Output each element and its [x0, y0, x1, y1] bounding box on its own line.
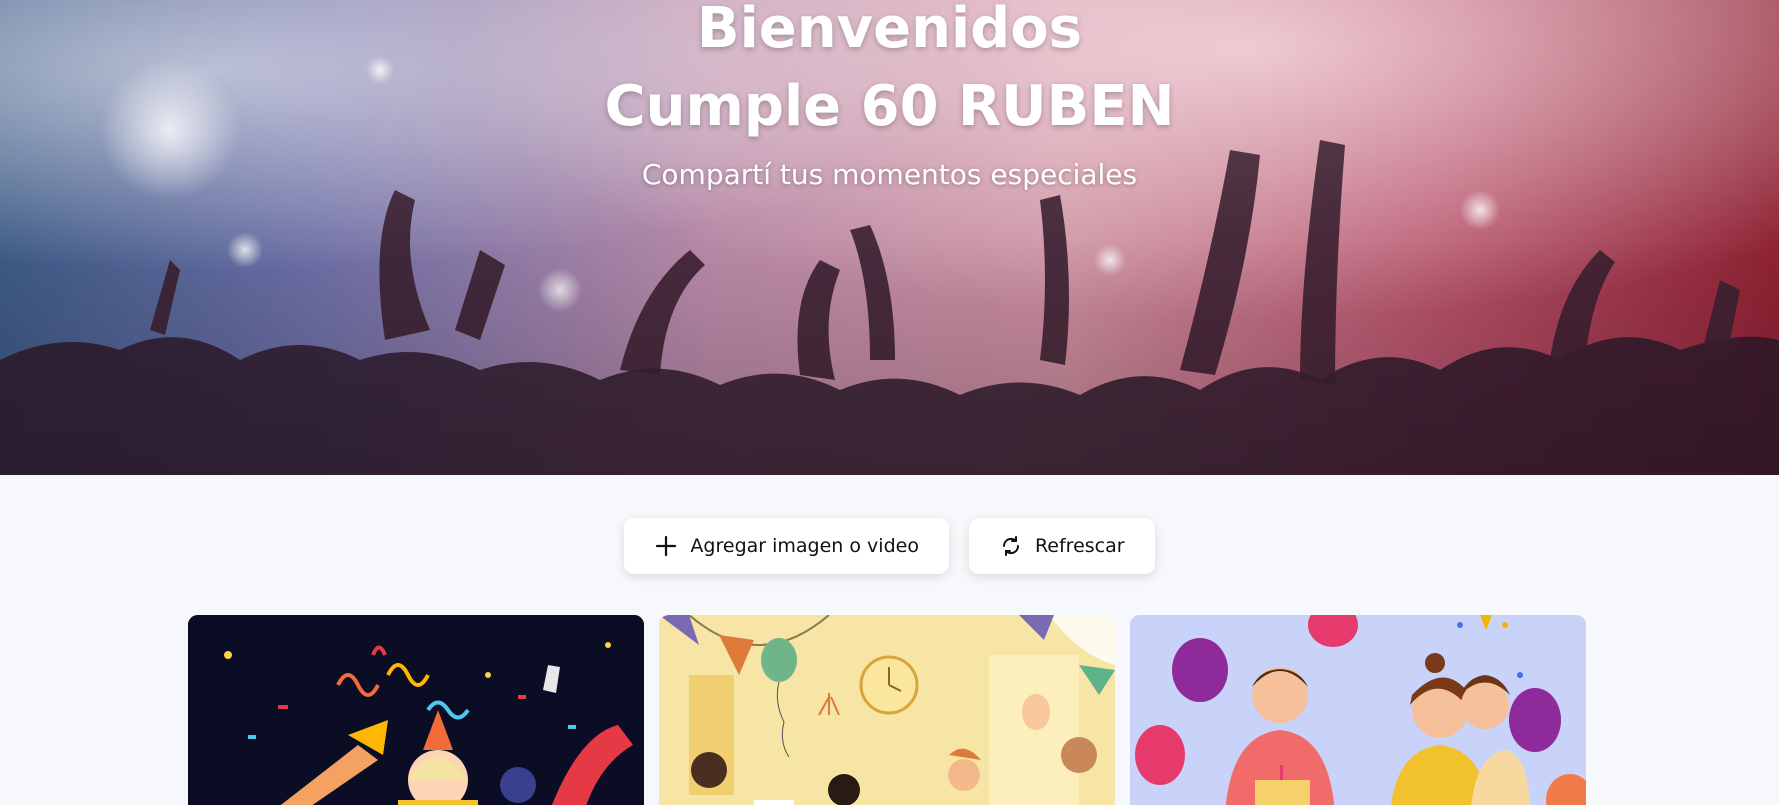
hero-banner: Bienvenidos Cumple 60 RUBEN Compartí tus… — [0, 0, 1779, 475]
refresh-icon — [999, 534, 1023, 558]
hero-subtitle: Compartí tus momentos especiales — [641, 158, 1138, 191]
action-bar: Agregar imagen o video Refrescar — [0, 518, 1779, 574]
add-media-label: Agregar imagen o video — [690, 535, 919, 557]
gallery-item[interactable] — [188, 615, 644, 805]
hero-title-line2: Cumple 60 RUBEN — [604, 74, 1175, 139]
surprise-birthday-illustration-image — [1130, 615, 1586, 805]
plus-icon — [654, 534, 678, 558]
party-illustration-image — [188, 615, 644, 805]
media-gallery — [188, 615, 1586, 805]
gallery-item[interactable] — [1130, 615, 1586, 805]
add-media-button[interactable]: Agregar imagen o video — [624, 518, 949, 574]
refresh-label: Refrescar — [1034, 535, 1125, 557]
hero-title-line1: Bienvenidos — [696, 0, 1083, 61]
hero-text-block: Bienvenidos Cumple 60 RUBEN Compartí tus… — [0, 0, 1779, 191]
gallery-item[interactable] — [659, 615, 1115, 805]
office-party-illustration-image — [659, 615, 1115, 805]
refresh-button[interactable]: Refrescar — [968, 518, 1155, 574]
